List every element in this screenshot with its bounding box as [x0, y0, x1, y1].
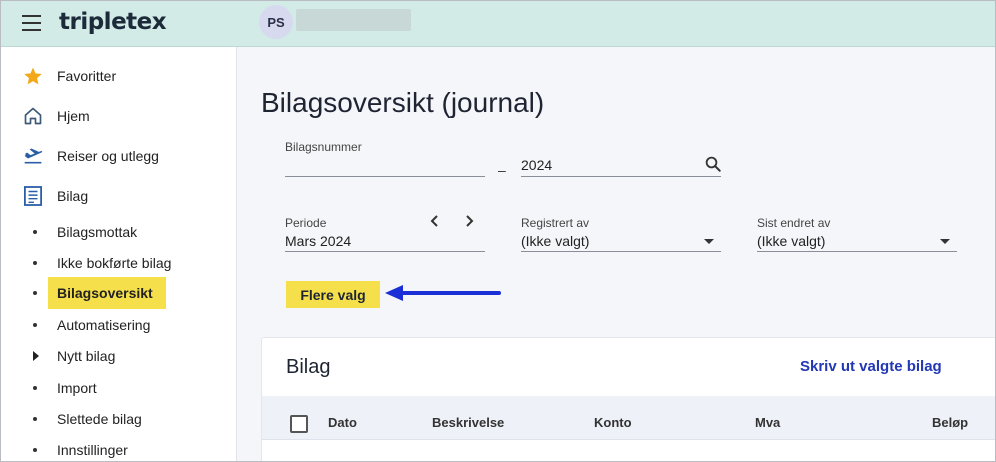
column-header-mva[interactable]: Mva: [755, 415, 780, 430]
sidebar-item-favoritter[interactable]: Favoritter: [1, 61, 237, 91]
bilagsnummer-from-input[interactable]: [285, 155, 485, 177]
input-underline: [521, 176, 721, 177]
chevron-right-icon[interactable]: [33, 351, 39, 361]
sidebar-subitem-label: Innstillinger: [57, 442, 128, 458]
dropdown-arrow-icon[interactable]: [704, 239, 714, 244]
sidebar-subitem-label: Import: [57, 380, 97, 396]
periode-value: Mars 2024: [285, 233, 352, 249]
sidebar-subitem-label: Bilagsmottak: [57, 224, 138, 240]
sidebar-subitem-label: Ikke bokførte bilag: [57, 255, 172, 271]
input-underline: [757, 251, 957, 252]
dropdown-arrow-icon[interactable]: [940, 239, 950, 244]
periode-input[interactable]: Mars 2024: [285, 232, 485, 252]
sist-endret-av-select[interactable]: (Ikke valgt): [757, 232, 957, 252]
sidebar-item-reiser[interactable]: Reiser og utlegg: [1, 141, 237, 171]
bullet: [33, 261, 37, 265]
sidebar-item-label: Reiser og utlegg: [57, 148, 159, 164]
column-header-dato[interactable]: Dato: [328, 415, 357, 430]
sidebar-item-hjem[interactable]: Hjem: [1, 101, 237, 131]
star-icon: [22, 65, 44, 87]
bilagsnummer-to-value: 2024: [521, 157, 553, 173]
chevron-left-icon[interactable]: [429, 214, 441, 228]
column-header-konto[interactable]: Konto: [594, 415, 632, 430]
redacted-user-name: [296, 9, 411, 31]
search-icon[interactable]: [704, 155, 722, 173]
input-underline: [285, 176, 485, 177]
sidebar-subitem-slettede[interactable]: Slettede bilag: [1, 404, 237, 434]
sidebar-item-label: Favoritter: [57, 68, 117, 84]
sidebar-item-bilag[interactable]: Bilag: [1, 181, 237, 211]
home-icon: [22, 105, 44, 127]
sidebar-subitem-label: Automatisering: [57, 317, 151, 333]
bilagsnummer-label: Bilagsnummer: [285, 140, 362, 154]
annotation-arrow-icon: [385, 285, 501, 301]
sidebar-subitem-automatisering[interactable]: Automatisering: [1, 310, 237, 340]
bilagsnummer-to-input[interactable]: 2024: [521, 155, 721, 177]
sidebar-subitem-nytt-bilag[interactable]: Nytt bilag: [1, 341, 237, 371]
periode-label: Periode: [285, 216, 327, 230]
sidebar-item-label: Hjem: [57, 108, 90, 124]
document-icon: [22, 185, 44, 207]
chevron-right-icon[interactable]: [463, 214, 475, 228]
top-bar: tripletex PS: [1, 1, 995, 47]
sist-endret-av-value: (Ikke valgt): [757, 233, 826, 249]
main-content: Bilagsoversikt (journal) Bilagsnummer – …: [237, 47, 995, 461]
sist-endret-av-label: Sist endret av: [757, 216, 831, 230]
registrert-av-value: (Ikke valgt): [521, 233, 590, 249]
bilag-card: Bilag Skriv ut valgte bilag Dato Beskriv…: [261, 337, 995, 461]
plane-icon: [22, 145, 44, 167]
sidebar-subitem-label: Bilagsoversikt: [57, 285, 153, 301]
select-all-checkbox[interactable]: [290, 415, 308, 433]
sidebar-subitem-label: Nytt bilag: [57, 348, 116, 364]
more-options-button[interactable]: Flere valg: [286, 281, 380, 308]
page-title: Bilagsoversikt (journal): [261, 87, 545, 118]
card-title: Bilag: [286, 356, 331, 378]
sidebar-subitem-label: Slettede bilag: [57, 411, 142, 427]
bullet: [33, 291, 37, 295]
registrert-av-select[interactable]: (Ikke valgt): [521, 232, 721, 252]
avatar[interactable]: PS: [259, 5, 293, 39]
bullet: [33, 386, 37, 390]
logo: tripletex: [59, 9, 167, 35]
sidebar: Favoritter Hjem Reiser og utlegg Bilag B…: [1, 47, 237, 461]
input-underline: [285, 251, 485, 252]
sidebar-subitem-ikke-bokforte[interactable]: Ikke bokførte bilag: [1, 248, 237, 278]
column-header-belop[interactable]: Beløp: [932, 415, 968, 430]
sidebar-item-label: Bilag: [57, 188, 89, 204]
print-selected-link[interactable]: Skriv ut valgte bilag: [800, 358, 942, 375]
bullet: [33, 323, 37, 327]
bullet: [33, 230, 37, 234]
bullet: [33, 417, 37, 421]
app-window: tripletex PS Favoritter Hjem Reiser og u…: [0, 0, 996, 462]
sidebar-subitem-innstillinger[interactable]: Innstillinger: [1, 435, 237, 461]
menu-icon[interactable]: [22, 15, 41, 31]
column-header-beskrivelse[interactable]: Beskrivelse: [432, 415, 504, 430]
sidebar-subitem-bilagsoversikt[interactable]: Bilagsoversikt: [1, 277, 237, 309]
registrert-av-label: Registrert av: [521, 216, 590, 230]
bullet: [33, 448, 37, 452]
range-separator: –: [498, 162, 506, 178]
input-underline: [521, 251, 721, 252]
sidebar-subitem-bilagsmottak[interactable]: Bilagsmottak: [1, 217, 237, 247]
sidebar-subitem-import[interactable]: Import: [1, 373, 237, 403]
